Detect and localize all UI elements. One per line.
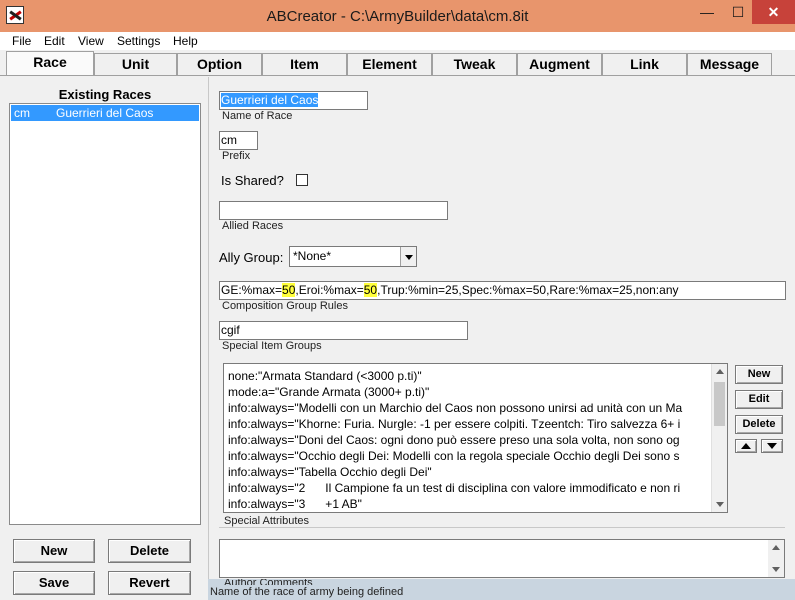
- race-name-field[interactable]: Guerrieri del Caos: [219, 91, 368, 110]
- is-shared-checkbox[interactable]: [296, 174, 308, 186]
- attr-line[interactable]: none:"Armata Standard (<3000 p.ti)": [228, 368, 712, 384]
- special-item-groups-caption: Special Item Groups: [222, 340, 322, 352]
- comp-part-3: ,Trup:%min=25,Spec:%max=50,Rare:%max=25,…: [377, 283, 679, 297]
- existing-races-title: Existing Races: [58, 87, 152, 102]
- tab-race[interactable]: Race: [6, 51, 94, 76]
- revert-button[interactable]: Revert: [108, 571, 191, 595]
- tab-item[interactable]: Item: [262, 53, 347, 75]
- comp-part-1: GE:%max=: [221, 283, 283, 297]
- race-prefix: cm: [14, 106, 30, 120]
- attr-line[interactable]: mode:a="Grande Armata (3000+ p.ti)": [228, 384, 712, 400]
- allied-races-field[interactable]: [219, 201, 448, 220]
- race-name: Guerrieri del Caos: [56, 106, 154, 120]
- close-button[interactable]: ✕: [752, 0, 795, 24]
- menu-bar: File Edit View Settings Help: [0, 32, 795, 50]
- attr-line[interactable]: info:always="Khorne: Furia. Nurgle: -1 p…: [228, 416, 712, 432]
- save-button[interactable]: Save: [13, 571, 95, 595]
- special-attributes-list[interactable]: none:"Armata Standard (<3000 p.ti)" mode…: [223, 363, 728, 513]
- is-shared-label: Is Shared?: [221, 173, 284, 188]
- menu-edit[interactable]: Edit: [44, 34, 65, 48]
- attr-line[interactable]: info:always="2 Il Campione fa un test di…: [228, 480, 712, 496]
- composition-caption: Composition Group Rules: [222, 300, 348, 312]
- tab-bar: Race Unit Option Item Element Tweak Augm…: [0, 50, 795, 76]
- ally-group-value: *None*: [293, 249, 332, 263]
- chevron-down-icon[interactable]: [400, 247, 416, 266]
- status-text: Name of the race of army being defined: [210, 586, 404, 598]
- scroll-down-icon[interactable]: [716, 502, 724, 507]
- attr-line[interactable]: info:always="Tabella Occhio degli Dei": [228, 464, 712, 480]
- tab-link[interactable]: Link: [602, 53, 687, 75]
- move-up-icon[interactable]: [735, 439, 757, 453]
- new-race-button[interactable]: New: [13, 539, 95, 563]
- composition-rules-field[interactable]: GE:%max=50,Eroi:%max=50,Trup:%min=25,Spe…: [219, 281, 786, 300]
- comments-scrollbar[interactable]: [768, 540, 784, 577]
- tab-message[interactable]: Message: [687, 53, 772, 75]
- comp-highlight-2: 50: [363, 283, 378, 297]
- menu-view[interactable]: View: [78, 34, 104, 48]
- comp-highlight-1: 50: [282, 283, 296, 297]
- attr-line[interactable]: info:always="Doni del Caos: ogni dono pu…: [228, 432, 712, 448]
- tab-option[interactable]: Option: [177, 53, 262, 75]
- title-bar: ABCreator - C:\ArmyBuilder\data\cm.8it —…: [0, 0, 795, 32]
- move-down-icon[interactable]: [761, 439, 783, 453]
- tab-tweak[interactable]: Tweak: [432, 53, 517, 75]
- tab-divider: [0, 75, 795, 76]
- menu-settings[interactable]: Settings: [117, 34, 160, 48]
- attr-line[interactable]: info:always="3 +1 AB": [228, 496, 712, 512]
- menu-file[interactable]: File: [12, 34, 31, 48]
- scroll-thumb[interactable]: [714, 382, 725, 426]
- attr-delete-button[interactable]: Delete: [735, 415, 783, 434]
- ally-group-label: Ally Group:: [219, 250, 284, 265]
- minimize-button[interactable]: —: [690, 0, 724, 24]
- prefix-caption: Prefix: [222, 150, 251, 162]
- prefix-field[interactable]: cm: [219, 131, 258, 150]
- race-list[interactable]: cm Guerrieri del Caos: [9, 103, 201, 525]
- attr-line[interactable]: info:always="Modelli con un Marchio del …: [228, 400, 712, 416]
- scroll-up-icon[interactable]: [716, 369, 724, 374]
- ally-group-select[interactable]: *None*: [289, 246, 417, 267]
- tab-augment[interactable]: Augment: [517, 53, 602, 75]
- special-attributes-caption: Special Attributes: [224, 515, 309, 527]
- menu-help[interactable]: Help: [173, 34, 198, 48]
- author-comments-field[interactable]: [219, 539, 785, 578]
- scroll-up-icon[interactable]: [772, 545, 780, 550]
- delete-race-button[interactable]: Delete: [108, 539, 191, 563]
- window-title: ABCreator - C:\ArmyBuilder\data\cm.8it: [266, 8, 529, 25]
- allied-races-caption: Allied Races: [222, 220, 284, 232]
- tab-element[interactable]: Element: [347, 53, 432, 75]
- maximize-button[interactable]: ☐: [724, 0, 752, 24]
- special-item-groups-field[interactable]: cgif: [219, 321, 468, 340]
- race-name-value: Guerrieri del Caos: [221, 93, 319, 107]
- tab-unit[interactable]: Unit: [94, 53, 177, 75]
- attributes-scrollbar[interactable]: [711, 364, 727, 512]
- attr-line[interactable]: info:always="Occhio degli Dei: Modelli c…: [228, 448, 712, 464]
- scroll-down-icon[interactable]: [772, 567, 780, 572]
- attr-edit-button[interactable]: Edit: [735, 390, 783, 409]
- status-bar: Author Comments Name of the race of army…: [208, 579, 795, 600]
- comp-part-2: ,Eroi:%max=: [295, 283, 364, 297]
- attr-new-button[interactable]: New: [735, 365, 783, 384]
- panel-separator: [208, 77, 209, 579]
- section-divider: [219, 527, 785, 528]
- race-list-item[interactable]: cm Guerrieri del Caos: [11, 105, 199, 121]
- race-name-caption: Name of Race: [222, 110, 293, 122]
